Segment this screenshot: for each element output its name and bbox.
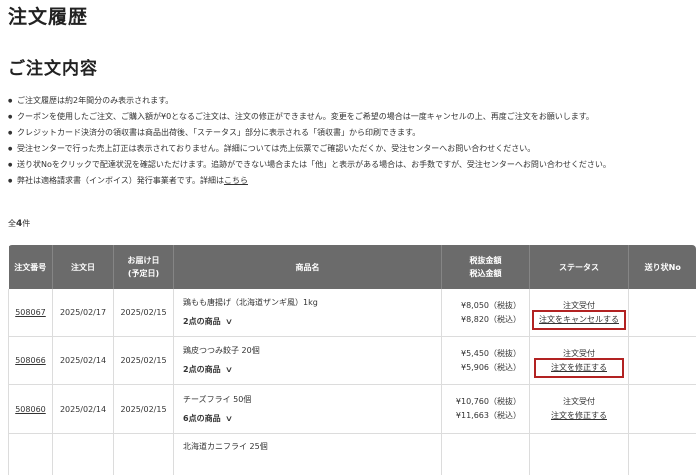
order-number-link[interactable]: 508066 xyxy=(15,356,46,365)
order-number-link[interactable]: 508060 xyxy=(15,405,46,414)
order-date-cell xyxy=(53,434,114,475)
tracking-cell xyxy=(629,434,697,475)
order-date-cell: 2025/02/17 xyxy=(53,289,114,337)
notice-text: 弊社は適格請求書（インボイス）発行事業者です。詳細は xyxy=(17,176,224,185)
notice-text: クレジットカード決済分の領収書は商品出荷後、「ステータス」部分に表示される「領収… xyxy=(17,128,420,137)
notice-item: ご注文履歴は約2年間分のみ表示されます。 xyxy=(8,93,698,109)
notice-text: 受注センターで行った売上訂正は表示されておりません。詳細については売上伝票でご確… xyxy=(17,144,535,153)
price-excl-tax: ¥10,760（税抜） xyxy=(456,397,521,406)
status-cell: 注文受付注文を修正する xyxy=(530,385,629,434)
order-history-table: 注文番号 注文日 お届け日 (予定日) 商品名 税抜金額税込金額 ステータス 送り… xyxy=(8,245,696,475)
header-tracking: 送り状No xyxy=(629,245,697,289)
notice-text: ご注文履歴は約2年間分のみ表示されます。 xyxy=(17,96,173,105)
count-prefix: 全 xyxy=(8,219,16,228)
chevron-down-icon: ∨ xyxy=(224,315,232,329)
header-order-date: 注文日 xyxy=(53,245,114,289)
price-incl-tax: ¥5,906（税込） xyxy=(461,363,521,372)
order-no-cell: 508060 xyxy=(9,385,53,434)
product-cell: 鶏もも唐揚げ（北海道ザンギ風）1kg 2点の商品∨ xyxy=(174,289,442,337)
price-excl-tax: ¥8,050（税抜） xyxy=(461,301,521,310)
order-count: 全4件 xyxy=(8,218,30,229)
status-cell xyxy=(530,434,629,475)
product-name: 鶏皮つつみ餃子 20個 xyxy=(183,344,441,358)
order-no-cell xyxy=(9,434,53,475)
section-title: ご注文内容 xyxy=(8,54,98,79)
table-row: 北海道カニフライ 25個 xyxy=(9,434,697,475)
modify-order-link[interactable]: 注文を修正する xyxy=(537,361,621,375)
tracking-cell xyxy=(629,337,697,385)
header-delivery-line1: お届け日 xyxy=(128,256,160,265)
header-status: ステータス xyxy=(530,245,629,289)
notice-item: クーポンを使用したご注文、ご購入額が¥0となるご注文は、注文の修正ができません。… xyxy=(8,109,698,125)
page-title: 注文履歴 xyxy=(8,2,88,29)
item-count-label: 6点の商品 xyxy=(183,414,221,423)
table-row: 508060 2025/02/14 2025/02/15 チーズフライ 50個 … xyxy=(9,385,697,434)
delivery-date-cell: 2025/02/15 xyxy=(114,337,174,385)
table-row: 508067 2025/02/17 2025/02/15 鶏もも唐揚げ（北海道ザ… xyxy=(9,289,697,337)
price-excl-tax: ¥5,450（税抜） xyxy=(461,349,521,358)
product-cell: 北海道カニフライ 25個 xyxy=(174,434,442,475)
price-incl-tax: ¥11,663（税込） xyxy=(456,411,521,420)
item-count-toggle[interactable]: 2点の商品∨ xyxy=(183,363,441,377)
notice-list: ご注文履歴は約2年間分のみ表示されます。 クーポンを使用したご注文、ご購入額が¥… xyxy=(8,93,698,189)
cancel-order-link[interactable]: 注文をキャンセルする xyxy=(535,313,623,327)
item-count-toggle[interactable]: 2点の商品∨ xyxy=(183,315,441,329)
status-label: 注文受付 xyxy=(563,349,595,358)
product-name: 鶏もも唐揚げ（北海道ザンギ風）1kg xyxy=(183,296,441,310)
notice-item: 送り状Noをクリックで配達状況を確認いただけます。追跡ができない場合または「他」… xyxy=(8,157,698,173)
order-no-cell: 508066 xyxy=(9,337,53,385)
status-cell: 注文受付注文を修正する xyxy=(530,337,629,385)
status-label: 注文受付 xyxy=(563,397,595,406)
header-order-no: 注文番号 xyxy=(9,245,53,289)
header-product: 商品名 xyxy=(174,245,442,289)
table-header-row: 注文番号 注文日 お届け日 (予定日) 商品名 税抜金額税込金額 ステータス 送り… xyxy=(9,245,697,289)
amount-cell xyxy=(442,434,530,475)
order-no-cell: 508067 xyxy=(9,289,53,337)
header-delivery-date: お届け日 (予定日) xyxy=(114,245,174,289)
delivery-date-cell xyxy=(114,434,174,475)
item-count-label: 2点の商品 xyxy=(183,365,221,374)
product-cell: チーズフライ 50個 6点の商品∨ xyxy=(174,385,442,434)
chevron-down-icon: ∨ xyxy=(224,363,232,377)
modify-order-link[interactable]: 注文を修正する xyxy=(551,409,607,423)
notice-text: 送り状Noをクリックで配達状況を確認いただけます。追跡ができない場合または「他」… xyxy=(17,160,611,169)
delivery-date-cell: 2025/02/15 xyxy=(114,289,174,337)
amount-cell: ¥10,760（税抜） ¥11,663（税込） xyxy=(442,385,530,434)
product-cell: 鶏皮つつみ餃子 20個 2点の商品∨ xyxy=(174,337,442,385)
table-row: 508066 2025/02/14 2025/02/15 鶏皮つつみ餃子 20個… xyxy=(9,337,697,385)
header-delivery-line2: (予定日) xyxy=(128,269,159,278)
notice-item: クレジットカード決済分の領収書は商品出荷後、「ステータス」部分に表示される「領収… xyxy=(8,125,698,141)
count-suffix: 件 xyxy=(22,219,30,228)
status-label: 注文受付 xyxy=(563,301,595,310)
chevron-down-icon: ∨ xyxy=(224,412,232,426)
notice-item: 弊社は適格請求書（インボイス）発行事業者です。詳細はこちら xyxy=(8,173,698,189)
amount-cell: ¥8,050（税抜） ¥8,820（税込） xyxy=(442,289,530,337)
delivery-date-cell: 2025/02/15 xyxy=(114,385,174,434)
item-count-label: 2点の商品 xyxy=(183,317,221,326)
order-date-cell: 2025/02/14 xyxy=(53,337,114,385)
order-history-table-container: 注文番号 注文日 お届け日 (予定日) 商品名 税抜金額税込金額 ステータス 送り… xyxy=(8,245,696,475)
product-name: チーズフライ 50個 xyxy=(183,393,441,407)
tracking-cell xyxy=(629,289,697,337)
header-amount-line1: 税抜金額 xyxy=(470,256,502,265)
status-cell: 注文受付注文をキャンセルする xyxy=(530,289,629,337)
notice-item: 受注センターで行った売上訂正は表示されておりません。詳細については売上伝票でご確… xyxy=(8,141,698,157)
header-amount: 税抜金額税込金額 xyxy=(442,245,530,289)
notice-text: クーポンを使用したご注文、ご購入額が¥0となるご注文は、注文の修正ができません。… xyxy=(17,112,594,121)
header-amount-line2: 税込金額 xyxy=(470,269,502,278)
tracking-cell xyxy=(629,385,697,434)
amount-cell: ¥5,450（税抜） ¥5,906（税込） xyxy=(442,337,530,385)
price-incl-tax: ¥8,820（税込） xyxy=(461,315,521,324)
order-number-link[interactable]: 508067 xyxy=(15,308,46,317)
invoice-details-link[interactable]: こちら xyxy=(224,176,248,185)
item-count-toggle[interactable]: 6点の商品∨ xyxy=(183,412,441,426)
product-name: 北海道カニフライ 25個 xyxy=(183,440,441,454)
order-date-cell: 2025/02/14 xyxy=(53,385,114,434)
